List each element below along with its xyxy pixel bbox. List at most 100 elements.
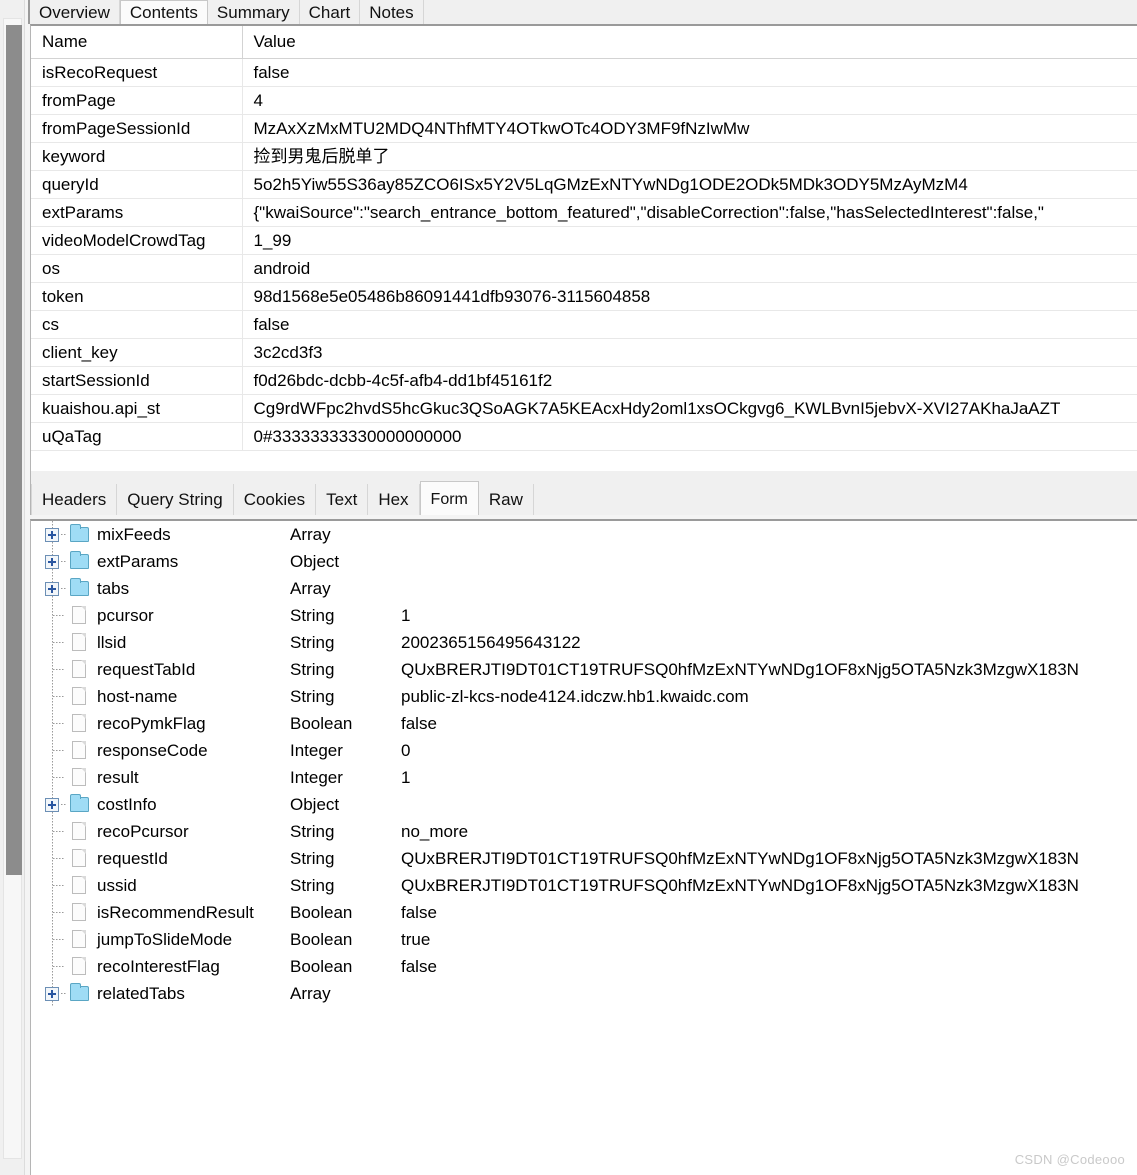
document-icon: [72, 660, 86, 678]
params-table-body: isRecoRequest false fromPage 4 fromPageSessi…: [31, 58, 1137, 451]
table-row[interactable]: kuaishou.api_st Cg9rdWFpc2hvdS5hcGkuc3QSo…: [31, 394, 1137, 423]
params-table-container[interactable]: Name Value isRecoRequest false fromPage 4 fr…: [30, 24, 1137, 471]
param-value-cell: MzAxXzMxMTU2MDQ4NThfMTY4OTkwOTc4ODY3MF9f…: [242, 114, 1137, 143]
tab-overview[interactable]: Overview: [30, 0, 120, 24]
tree-gutter: [42, 710, 65, 737]
tree-row[interactable]: responseCode Integer 0: [31, 737, 1137, 764]
expand-plus-icon[interactable]: [45, 528, 59, 542]
tree-node-name: extParams: [97, 552, 179, 571]
tab-text[interactable]: Text: [316, 484, 369, 515]
request-view-tabs[interactable]: Overview Contents Summary Chart Notes: [28, 0, 1137, 26]
tree-node-value: QUxBRERJTI9DT01CT19TRUFSQ0hfMzExNTYwNDg1…: [401, 876, 1079, 895]
tree-gutter: [42, 791, 67, 818]
table-row[interactable]: fromPageSessionId MzAxXzMxMTU2MDQ4NThfMTY…: [31, 114, 1137, 143]
tree-row[interactable]: mixFeeds Array: [31, 521, 1137, 548]
table-row[interactable]: startSessionId f0d26bdc-dcbb-4c5f-afb4-dd…: [31, 366, 1137, 395]
tree-row[interactable]: host-name String public-zl-kcs-node4124.id…: [31, 683, 1137, 710]
tree-row[interactable]: recoPymkFlag Boolean false: [31, 710, 1137, 737]
tree-node-type: Object: [290, 552, 340, 571]
tree-connector-stub: [53, 939, 65, 940]
tree-row[interactable]: pcursor String 1: [31, 602, 1137, 629]
table-row[interactable]: client_key 3c2cd3f3: [31, 338, 1137, 367]
document-icon: [72, 849, 86, 867]
tree-row[interactable]: requestId String QUxBRERJTI9DT01CT19TRUFSQ…: [31, 845, 1137, 872]
table-row[interactable]: os android: [31, 254, 1137, 283]
session-list-scrollbar[interactable]: [0, 0, 25, 1175]
tree-node-type: String: [290, 849, 335, 868]
tab-cookies[interactable]: Cookies: [233, 484, 317, 515]
tree-node-value: false: [401, 714, 437, 733]
tree-gutter: [42, 953, 65, 980]
tree-row[interactable]: jumpToSlideMode Boolean true: [31, 926, 1137, 953]
tab-notes[interactable]: Notes: [360, 0, 424, 24]
folder-icon: [70, 794, 89, 812]
column-header-value[interactable]: Value: [242, 26, 1137, 59]
scrollbar-thumb[interactable]: [6, 25, 22, 875]
table-row[interactable]: extParams {"kwaiSource":"search_entrance_…: [31, 198, 1137, 227]
body-view-tabs[interactable]: Headers Query String Cookies Text Hex Form Raw: [31, 481, 534, 515]
folder-icon: [70, 983, 89, 1001]
tree-row[interactable]: ussid String QUxBRERJTI9DT01CT19TRUFSQ0hfM…: [31, 872, 1137, 899]
table-row[interactable]: cs false: [31, 310, 1137, 339]
tree-node-type: Boolean: [290, 714, 353, 733]
tree-row[interactable]: isRecommendResult Boolean false: [31, 899, 1137, 926]
column-header-name[interactable]: Name: [31, 26, 243, 59]
tree-node-type: Boolean: [290, 930, 353, 949]
param-value-cell: false: [242, 310, 1137, 339]
tree-node-type: Integer: [290, 768, 343, 787]
expand-plus-icon[interactable]: [45, 555, 59, 569]
table-row[interactable]: fromPage 4: [31, 86, 1137, 115]
tree-connector-stub: [53, 966, 65, 967]
table-row[interactable]: videoModelCrowdTag 1_99: [31, 226, 1137, 255]
tab-hex[interactable]: Hex: [368, 484, 420, 515]
tree-row[interactable]: tabs Array: [31, 575, 1137, 602]
table-row[interactable]: queryId 5o2h5Yiw55S36ay85ZCO6ISx5Y2V5LqGM…: [31, 170, 1137, 199]
tree-node-name: result: [97, 768, 139, 787]
param-name-cell: client_key: [31, 338, 243, 367]
document-icon: [72, 930, 86, 948]
tree-node-name: requestId: [97, 849, 168, 868]
tree-node-value: false: [401, 903, 437, 922]
tree-connector-stub: [53, 750, 65, 751]
tree-node-type: Boolean: [290, 957, 353, 976]
tab-chart[interactable]: Chart: [299, 0, 361, 24]
tab-contents[interactable]: Contents: [119, 0, 208, 26]
tab-query-string[interactable]: Query String: [117, 484, 234, 515]
tab-headers[interactable]: Headers: [31, 484, 118, 515]
tree-row[interactable]: costInfo Object: [31, 791, 1137, 818]
tree-row[interactable]: llsid String 2002365156495643122: [31, 629, 1137, 656]
tree-connector-stub: [53, 669, 65, 670]
tree-connector-stub: [53, 885, 65, 886]
tree-gutter: [42, 872, 65, 899]
table-row[interactable]: isRecoRequest false: [31, 58, 1137, 87]
param-name-cell: uQaTag: [31, 422, 243, 451]
tree-node-type: Integer: [290, 741, 343, 760]
expand-plus-icon[interactable]: [45, 798, 59, 812]
tree-row[interactable]: extParams Object: [31, 548, 1137, 575]
folder-icon: [70, 524, 89, 542]
tree-node-name: relatedTabs: [97, 984, 185, 1003]
tree-row[interactable]: recoPcursor String no_more: [31, 818, 1137, 845]
table-row[interactable]: token 98d1568e5e05486b86091441dfb93076-31…: [31, 282, 1137, 311]
expand-plus-icon[interactable]: [45, 582, 59, 596]
param-value-cell: {"kwaiSource":"search_entrance_bottom_fe…: [242, 198, 1137, 227]
tab-form[interactable]: Form: [419, 481, 479, 515]
tree-row[interactable]: requestTabId String QUxBRERJTI9DT01CT19TRU…: [31, 656, 1137, 683]
table-row[interactable]: uQaTag 0#33333333330000000000: [31, 422, 1137, 451]
param-name-cell: os: [31, 254, 243, 283]
tree-row[interactable]: result Integer 1: [31, 764, 1137, 791]
folder-icon: [70, 578, 89, 596]
tab-raw[interactable]: Raw: [478, 484, 534, 515]
tab-summary[interactable]: Summary: [207, 0, 300, 24]
param-value-cell: android: [242, 254, 1137, 283]
tree-gutter: [42, 818, 65, 845]
table-row[interactable]: keyword 捡到男鬼后脱单了: [31, 142, 1137, 171]
tree-node-name: mixFeeds: [97, 525, 171, 544]
form-tree-container[interactable]: mixFeeds Array extParams Object tabs Array pcu…: [30, 519, 1137, 1175]
tree-node-value: 2002365156495643122: [401, 633, 581, 652]
expand-plus-icon[interactable]: [45, 987, 59, 1001]
tree-node-type: String: [290, 822, 335, 841]
tree-row[interactable]: recoInterestFlag Boolean false: [31, 953, 1137, 980]
param-name-cell: keyword: [31, 142, 243, 171]
tree-row[interactable]: relatedTabs Array: [31, 980, 1137, 1007]
